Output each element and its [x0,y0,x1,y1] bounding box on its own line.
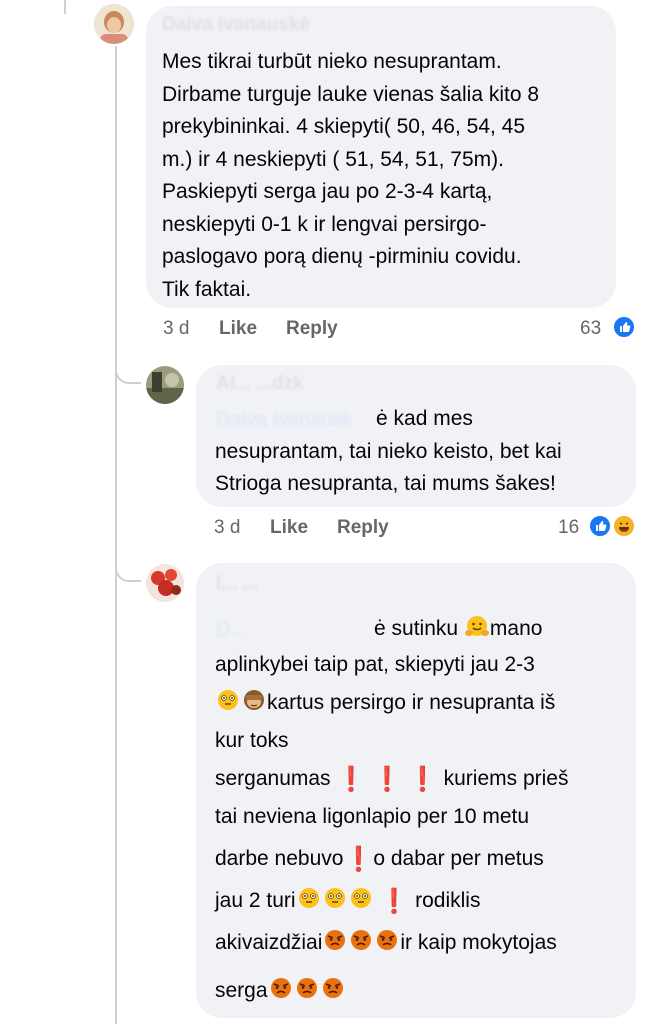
comment-text-line: Tik faktai. [162,277,252,301]
comment-author[interactable]: Daiva Ivanauskė [162,14,310,36]
reply-button[interactable]: Reply [286,318,338,340]
reply-text-line: darbe nebuvo❗o dabar per metus [215,843,544,877]
avatar[interactable] [146,564,184,602]
comment-bubble: Daiva Ivanauskė Mes tikrai turbūt nieko … [146,6,616,308]
exclamation-icon: ❗ [372,766,403,793]
reply-text: rodiklis [415,889,481,912]
reply-text: jau 2 turi [215,889,296,912]
comment-timestamp[interactable]: 3 d [163,318,189,340]
reply-text-line: ė sutinku mano [374,613,542,649]
reply-text: darbe nebuvo [215,847,344,870]
exclamation-icon: ❗ [336,766,367,793]
comment-text-line: Paskiepyti serga jau po 2-3-4 kartą, [162,180,493,203]
reply-text: o dabar per metus [373,847,544,870]
reply-text-line: kur toks [215,729,289,752]
hugging-emoji-icon [464,614,490,649]
angry-emoji-icon [320,976,346,1011]
like-reaction-icon[interactable] [588,514,612,538]
angry-emoji-icon [294,976,320,1011]
exclamation-icon: ❗ [379,888,410,915]
reply-author[interactable]: I... ... [216,573,258,595]
reply-text: akivaizdžiai [215,931,323,954]
reply-text-line: Strioga nesupranta, tai mums šakes! [215,472,556,495]
reply-text-line: nesuprantam, tai nieko keisto, bet kai [215,439,562,463]
reply-text: kartus persirgo ir nesupranta iš [267,691,556,714]
comment-text-line: Dirbame turguje lauke vienas šalia kito … [162,82,540,106]
comment-text-line: neskiepyti 0-1 k ir lengvai persirgo- [162,212,487,236]
flushed-emoji-icon [322,886,348,921]
flushed-emoji-icon [215,688,241,723]
reply-text-line: serganumas ❗ ❗ ❗ kuriems prieš [215,763,568,797]
reply-bubble: I... ... D... ė sutinku mano aplinkybei … [196,563,636,1018]
thread-line [64,0,66,14]
reply-text: serga [215,979,268,1002]
like-button[interactable]: Like [270,517,308,539]
reply-author[interactable]: Al... ...dzk [216,373,304,395]
haha-reaction-icon[interactable] [612,514,636,538]
like-reaction-icon[interactable] [612,315,636,339]
angry-emoji-icon [374,928,400,963]
reaction-count[interactable]: 16 [558,517,579,539]
comment-text-line: Mes tikrai turbūt nieko nesuprantam. [162,50,502,73]
reply-text: ė sutinku [374,617,459,640]
reply-text-line: akivaizdžiai ir kaip mokytojas [215,927,557,963]
comment-text-line: prekybininkai. 4 skiepyti( 50, 46, 54, 4… [162,115,526,138]
reply-text-line: kartus persirgo ir nesupranta iš [215,687,555,723]
reply-timestamp[interactable]: 3 d [214,517,240,539]
flushed-emoji-icon [296,886,322,921]
see-no-evil-monkey-icon [241,688,267,723]
reply-text-line: serga [215,975,346,1011]
reply-text-line: tai neviena ligonlapio per 10 metu [215,805,530,828]
reply-text: mano [489,617,543,640]
reaction-count[interactable]: 63 [580,318,601,340]
reply-text: ir kaip mokytojas [400,931,557,954]
thread-connector [115,358,141,384]
mention-link[interactable]: Daiva Ivanausk [216,409,353,432]
mention-link[interactable]: D... [216,619,247,642]
reply-text-line: aplinkybei taip pat, skiepyti jau 2-3 [215,653,535,676]
thread-connector [115,556,141,582]
avatar[interactable] [146,366,184,404]
reply-text: serganumas [215,767,331,790]
reply-bubble: Al... ...dzk Daiva Ivanausk ė kad mes ne… [196,365,636,507]
reply-text: kuriems prieš [443,767,569,790]
like-button[interactable]: Like [219,318,257,340]
reply-text-line: ė kad mes [376,407,473,430]
angry-emoji-icon [348,928,374,963]
comment-text-line: paslogavo porą dienų -pirminiu covidu. [162,245,522,268]
exclamation-icon: ❗ [407,766,438,793]
flushed-emoji-icon [348,886,374,921]
thread-line [115,46,117,1024]
reply-button[interactable]: Reply [337,517,389,539]
comment-text-line: m.) ir 4 neskiepyti ( 51, 54, 51, 75m). [162,147,504,171]
avatar[interactable] [94,4,134,44]
angry-emoji-icon [322,928,348,963]
reply-text-line: jau 2 turi ❗ rodiklis [215,885,480,921]
angry-emoji-icon [268,976,294,1011]
exclamation-icon: ❗ [343,846,374,873]
